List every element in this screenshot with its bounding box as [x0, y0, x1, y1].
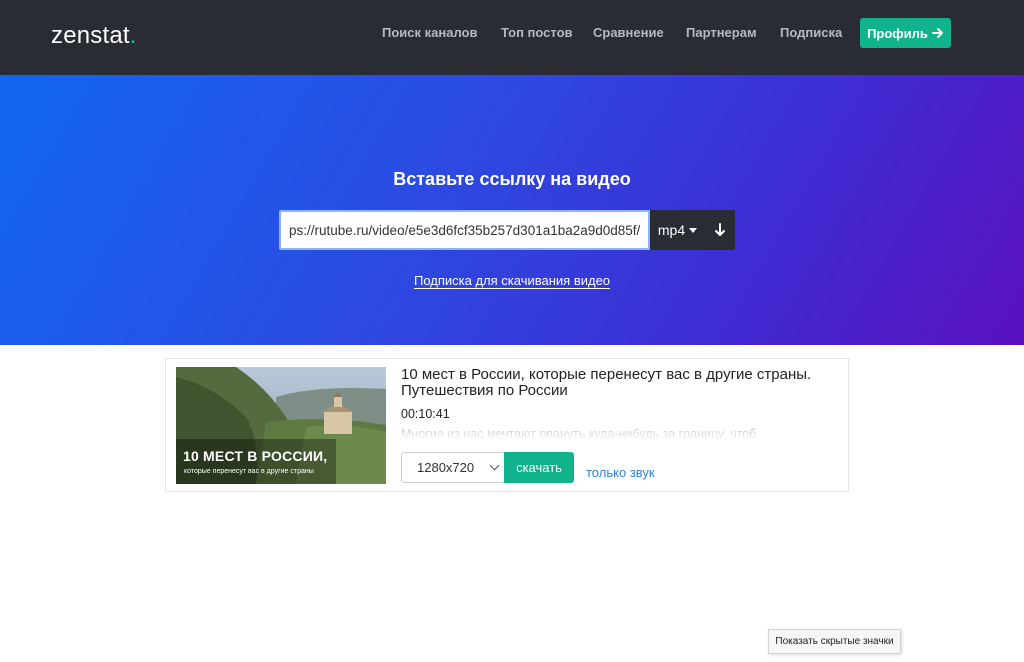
audio-only-link[interactable]: только звук	[586, 465, 655, 480]
video-description: Многие из нас мечтают рвануть куда-нибуд…	[401, 427, 757, 441]
hero-title: Вставьте ссылку на видео	[393, 169, 631, 189]
nav-partners[interactable]: Партнерам	[686, 25, 757, 40]
download-submit-button[interactable]	[705, 210, 735, 250]
video-result-card: 10 МЕСТ В РОССИИ, которые перенесут вас …	[165, 358, 849, 492]
thumbnail-caption-main: 10 МЕСТ В РОССИИ,	[183, 448, 328, 464]
subscribe-link-wrapper: Подписка для скачивания видео	[0, 272, 1024, 290]
hidden-icons-tooltip: Показать скрытые значки	[768, 629, 901, 654]
hero-section: Вставьте ссылку на видео mp4 Подписка дл…	[0, 75, 1024, 345]
profile-button[interactable]: Профиль	[860, 18, 951, 48]
format-dropdown[interactable]: mp4	[650, 210, 705, 250]
nav-channel-search[interactable]: Поиск каналов	[382, 25, 477, 40]
video-title: 10 мест в России, которые перенесут вас …	[401, 366, 812, 399]
thumbnail-caption-sub: которые перенесут вас в другие страны	[184, 468, 314, 475]
quality-dropdown[interactable]: 1280x720	[401, 452, 505, 483]
nav-subscription[interactable]: Подписка	[780, 25, 842, 40]
format-dropdown-value: mp4	[657, 222, 686, 238]
profile-button-label: Профиль	[867, 25, 928, 41]
nav-comparison[interactable]: Сравнение	[593, 25, 664, 40]
arrow-right-icon	[931, 28, 943, 38]
caret-down-icon	[689, 227, 698, 233]
logo[interactable]: zenstat.	[51, 22, 137, 50]
logo-text: zenstat	[51, 22, 130, 49]
video-url-input[interactable]	[279, 210, 650, 250]
logo-dot: .	[129, 22, 137, 49]
subscribe-download-link[interactable]: Подписка для скачивания видео	[414, 273, 610, 288]
video-duration: 00:10:41	[401, 407, 450, 421]
nav-top-posts[interactable]: Топ постов	[501, 25, 573, 40]
top-navbar: zenstat. Поиск каналов Топ постов Сравне…	[0, 0, 1024, 75]
quality-dropdown-value: 1280x720	[417, 460, 475, 475]
download-video-button[interactable]: скачать	[504, 452, 574, 483]
arrow-down-icon	[715, 223, 725, 236]
chevron-down-icon	[489, 460, 500, 471]
video-thumbnail: 10 МЕСТ В РОССИИ, которые перенесут вас …	[176, 367, 386, 484]
